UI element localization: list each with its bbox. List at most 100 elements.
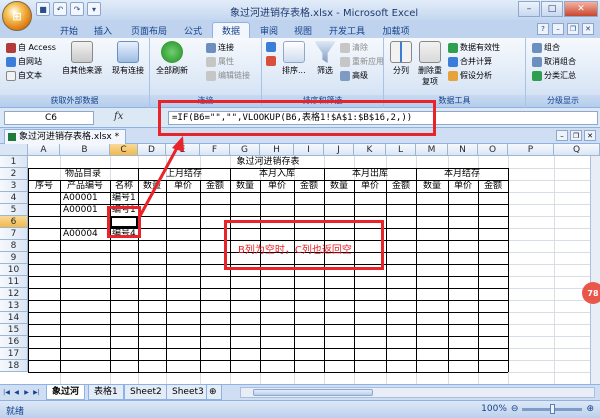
- row-header[interactable]: 4: [0, 192, 28, 204]
- header-qty[interactable]: 数量: [416, 180, 448, 192]
- undo-icon[interactable]: ↶: [53, 2, 67, 16]
- group-button[interactable]: 组合: [532, 42, 560, 53]
- name-box[interactable]: C6: [4, 111, 94, 125]
- row-header[interactable]: 6: [0, 216, 28, 228]
- ribbon-minimize-icon[interactable]: –: [552, 23, 564, 35]
- header-last-month-balance[interactable]: 上月结存: [138, 168, 230, 180]
- row-header[interactable]: 15: [0, 324, 28, 336]
- column-header-q[interactable]: Q: [554, 144, 600, 156]
- header-seq[interactable]: 序号: [28, 180, 60, 192]
- help-icon[interactable]: ?: [537, 23, 549, 35]
- customize-qat-icon[interactable]: ▾: [87, 2, 101, 16]
- row-header[interactable]: 5: [0, 204, 28, 216]
- subtotal-button[interactable]: 分类汇总: [532, 70, 576, 81]
- reapply-button[interactable]: 重新应用: [340, 56, 384, 67]
- properties-button[interactable]: 属性: [206, 56, 234, 67]
- row-header[interactable]: 10: [0, 264, 28, 276]
- header-amount[interactable]: 金额: [386, 180, 416, 192]
- row-header[interactable]: 7: [0, 228, 28, 240]
- sheet-tab-sheet2[interactable]: Sheet2: [124, 385, 168, 400]
- what-if-button[interactable]: 假设分析: [448, 70, 492, 81]
- close-button[interactable]: ✕: [564, 1, 598, 17]
- zoom-in-icon[interactable]: ⊕: [586, 404, 594, 414]
- column-header-b[interactable]: B: [60, 144, 110, 156]
- tab-insert[interactable]: 插入: [88, 22, 118, 38]
- tab-page-layout[interactable]: 页面布局: [124, 22, 174, 38]
- refresh-all-button[interactable]: 全部刷新: [156, 41, 188, 76]
- header-qty[interactable]: 数量: [230, 180, 260, 192]
- clear-button[interactable]: 清除: [340, 42, 368, 53]
- header-goods-catalog[interactable]: 物品目录: [28, 168, 138, 180]
- header-amount[interactable]: 金额: [478, 180, 508, 192]
- zoom-knob[interactable]: [550, 403, 556, 414]
- insert-function-icon[interactable]: fx: [114, 111, 123, 122]
- save-icon[interactable]: ■: [36, 2, 50, 16]
- advanced-button[interactable]: 高级: [340, 70, 368, 81]
- header-price[interactable]: 单价: [354, 180, 386, 192]
- filter-button[interactable]: 筛选: [314, 41, 336, 76]
- row-header[interactable]: 8: [0, 240, 28, 252]
- header-price[interactable]: 单价: [260, 180, 294, 192]
- column-header-m[interactable]: M: [416, 144, 448, 156]
- column-header-k[interactable]: K: [354, 144, 386, 156]
- cell-b7[interactable]: A00004: [63, 228, 109, 240]
- cell-c7[interactable]: 编号4: [112, 228, 138, 240]
- column-header-d[interactable]: D: [138, 144, 166, 156]
- horizontal-scroll-thumb[interactable]: [253, 389, 373, 396]
- maximize-button[interactable]: □: [541, 1, 563, 17]
- header-name[interactable]: 名称: [110, 180, 138, 192]
- column-header-a[interactable]: A: [28, 144, 60, 156]
- header-price[interactable]: 单价: [448, 180, 478, 192]
- connections-button[interactable]: 连接: [206, 42, 234, 53]
- column-header-e[interactable]: E: [166, 144, 200, 156]
- tab-developer[interactable]: 开发工具: [324, 22, 370, 38]
- cell-c4[interactable]: 编号1: [112, 192, 138, 204]
- active-cell-c6[interactable]: [110, 216, 138, 228]
- cell-b5[interactable]: A00001: [63, 204, 109, 216]
- workbook-minimize-icon[interactable]: –: [556, 130, 568, 141]
- row-header[interactable]: 17: [0, 348, 28, 360]
- header-qty[interactable]: 数量: [324, 180, 354, 192]
- office-button[interactable]: ⊞: [2, 1, 32, 31]
- insert-sheet-icon[interactable]: ⊕: [206, 385, 222, 400]
- floating-badge[interactable]: 78: [582, 282, 600, 304]
- column-header-h[interactable]: H: [260, 144, 294, 156]
- next-sheet-icon[interactable]: ▶: [22, 387, 31, 397]
- cell-b4[interactable]: A00001: [63, 192, 109, 204]
- row-header[interactable]: 12: [0, 288, 28, 300]
- header-amount[interactable]: 金额: [294, 180, 324, 192]
- column-header-f[interactable]: F: [200, 144, 230, 156]
- header-month-balance[interactable]: 本月结存: [416, 168, 508, 180]
- header-month-inbound[interactable]: 本月入库: [230, 168, 324, 180]
- workbook-tab[interactable]: 象过河进销存表格.xlsx *: [4, 129, 127, 144]
- consolidate-button[interactable]: 合并计算: [448, 56, 492, 67]
- tab-addins[interactable]: 加载项: [376, 22, 416, 38]
- column-header-c[interactable]: C: [110, 144, 138, 156]
- column-header-j[interactable]: J: [324, 144, 354, 156]
- last-sheet-icon[interactable]: ▶|: [32, 387, 41, 397]
- tab-home[interactable]: 开始: [52, 22, 86, 38]
- vertical-scrollbar[interactable]: [590, 156, 600, 384]
- other-sources-button[interactable]: 自其他来源: [62, 41, 102, 76]
- row-header[interactable]: 2: [0, 168, 28, 180]
- zoom-slider[interactable]: [522, 403, 583, 414]
- column-header-p[interactable]: P: [508, 144, 554, 156]
- cell-c5[interactable]: 编号1: [112, 204, 138, 216]
- text-to-columns-button[interactable]: 分列: [390, 41, 412, 76]
- header-month-outbound[interactable]: 本月出库: [324, 168, 416, 180]
- from-web-button[interactable]: 自网站: [6, 56, 42, 67]
- row-header[interactable]: 14: [0, 312, 28, 324]
- sheet-tab-xiangguohe[interactable]: 象过河: [46, 385, 86, 400]
- sort-za-button[interactable]: [266, 56, 276, 66]
- redo-icon[interactable]: ↷: [70, 2, 84, 16]
- column-header-o[interactable]: O: [478, 144, 508, 156]
- data-validation-button[interactable]: 数据有效性: [448, 42, 500, 53]
- row-header[interactable]: 1: [0, 156, 28, 168]
- row-header[interactable]: 16: [0, 336, 28, 348]
- column-header-n[interactable]: N: [448, 144, 478, 156]
- tab-formulas[interactable]: 公式: [178, 22, 208, 38]
- tab-data[interactable]: 数据: [212, 22, 250, 38]
- tab-view[interactable]: 视图: [288, 22, 318, 38]
- workbook-close-icon[interactable]: ✕: [584, 130, 596, 141]
- sort-az-button[interactable]: [266, 42, 276, 52]
